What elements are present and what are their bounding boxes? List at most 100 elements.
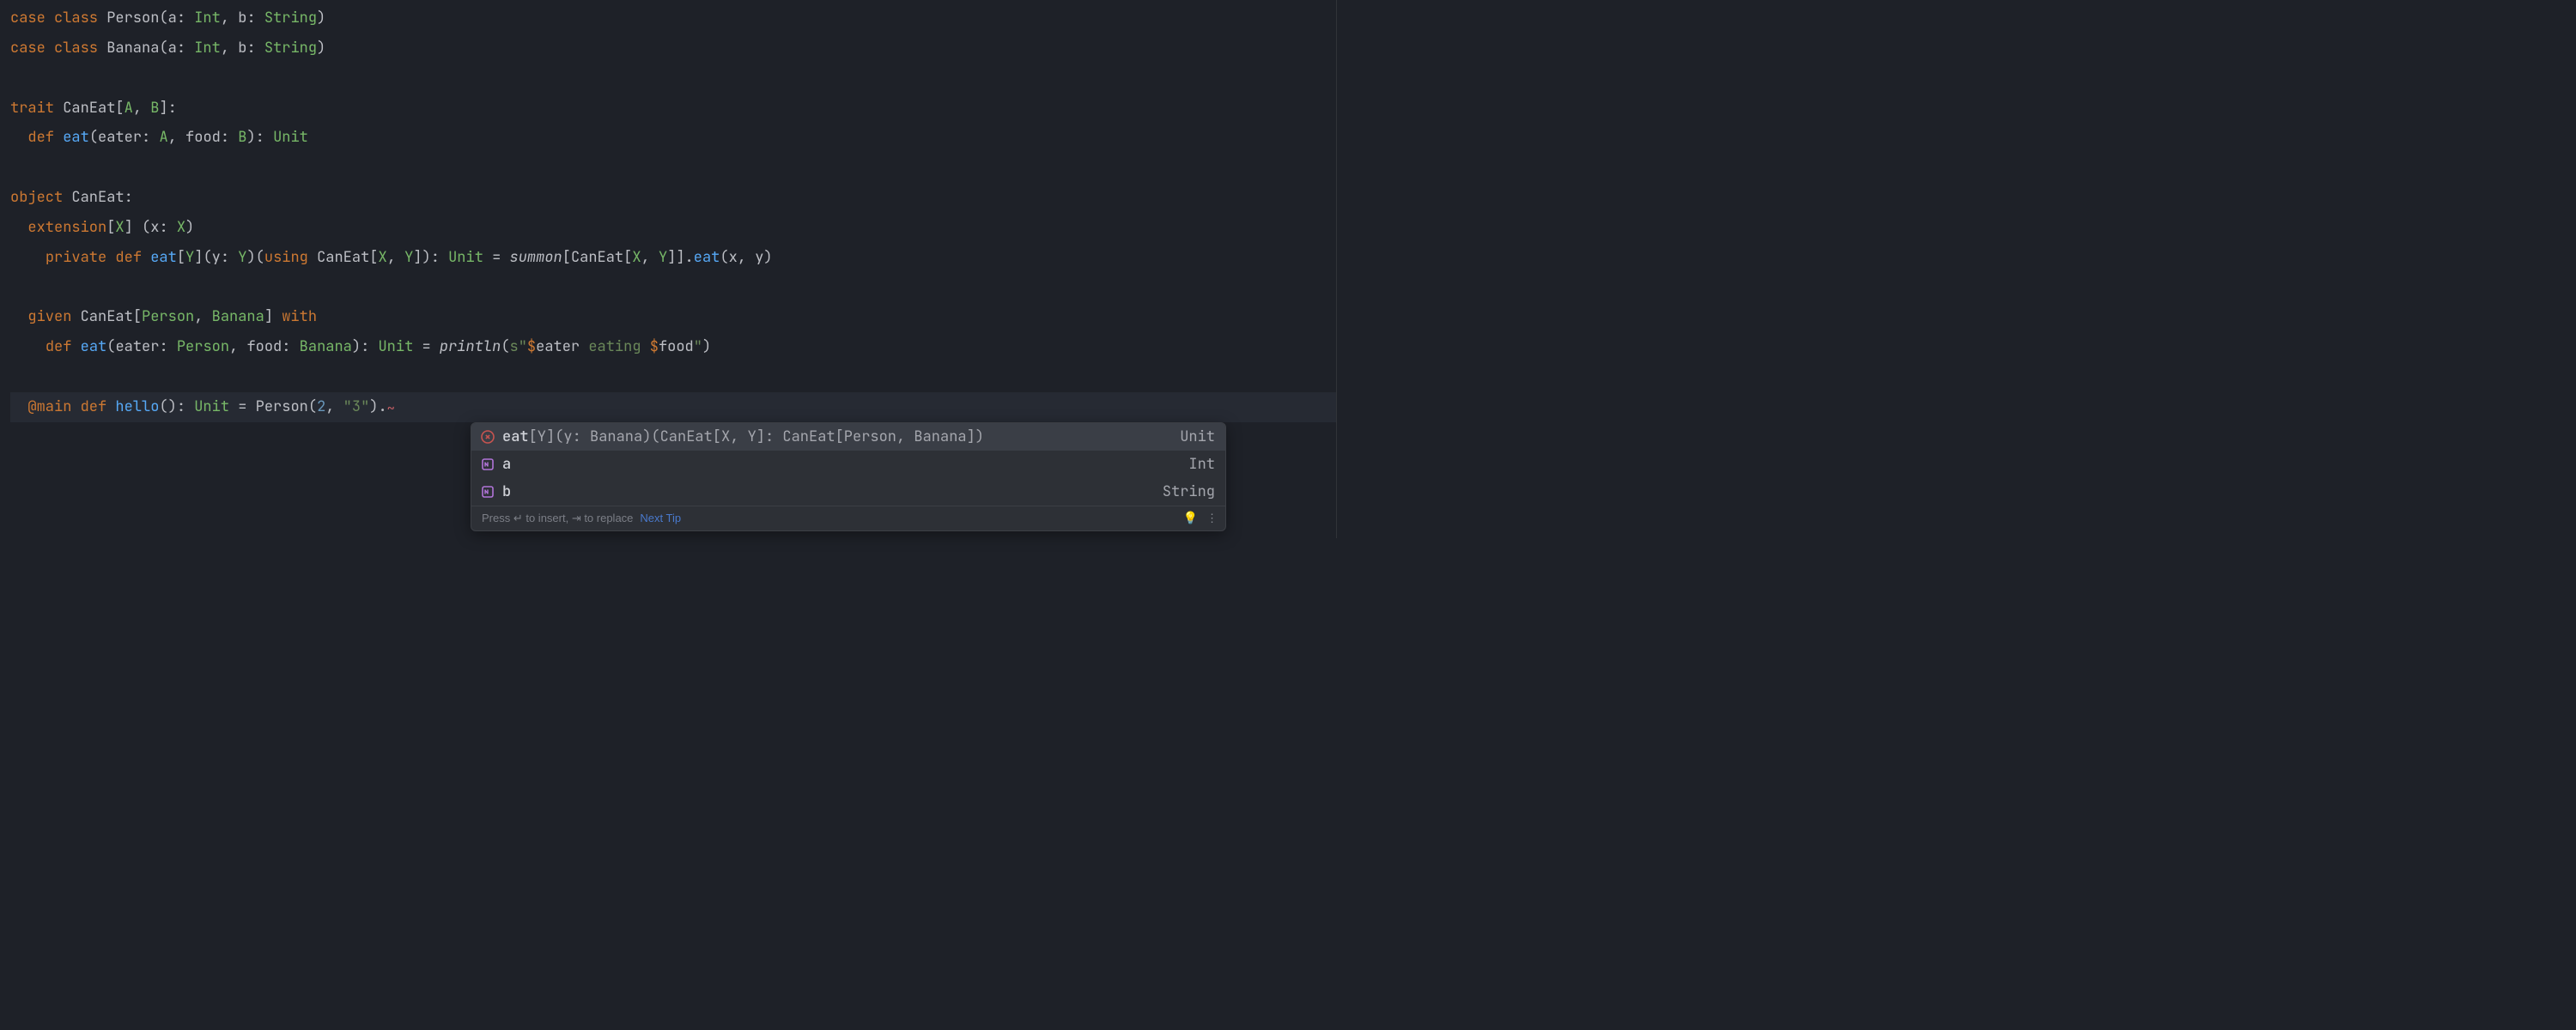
code-line[interactable]: object CanEat: xyxy=(10,183,1336,213)
code-token: , xyxy=(194,307,211,326)
code-token: Person xyxy=(142,307,194,326)
code-token: ]): xyxy=(413,248,448,267)
code-token: println xyxy=(440,337,501,356)
code-token: CanEat xyxy=(63,99,115,118)
code-token: b xyxy=(238,9,246,27)
code-token: given xyxy=(27,307,80,326)
code-token: Banana xyxy=(300,337,352,356)
code-token: eating xyxy=(580,337,650,356)
code-token: B xyxy=(238,128,246,147)
code-token: Person xyxy=(177,337,229,356)
code-token: "3" xyxy=(343,397,370,416)
code-token: food xyxy=(246,337,282,356)
code-token: [ xyxy=(177,248,185,267)
code-token: extension xyxy=(27,218,106,237)
next-tip-link[interactable]: Next Tip xyxy=(640,512,681,524)
code-token: ): xyxy=(246,128,273,147)
code-token: ( xyxy=(308,397,317,416)
code-token: X xyxy=(378,248,386,267)
code-token: ) xyxy=(702,337,711,356)
code-token: x xyxy=(150,218,159,237)
code-token: A xyxy=(159,128,167,147)
code-token: a xyxy=(168,9,177,27)
code-token xyxy=(10,337,46,356)
code-line[interactable]: trait CanEat[A, B]: xyxy=(10,94,1336,124)
code-token: hello xyxy=(115,397,159,416)
code-token: ( xyxy=(501,337,509,356)
code-line[interactable] xyxy=(10,273,1336,303)
code-token: class xyxy=(54,39,106,58)
code-token: [ xyxy=(623,248,632,267)
code-token: Unit xyxy=(273,128,308,147)
code-token: , xyxy=(168,128,185,147)
code-line[interactable] xyxy=(10,64,1336,94)
code-token: case xyxy=(10,9,54,27)
code-token: Banana xyxy=(212,307,264,326)
completion-item-label: a xyxy=(502,457,511,472)
code-token: Unit xyxy=(378,337,413,356)
more-options-icon[interactable]: ⋮ xyxy=(1206,512,1217,524)
code-line[interactable]: case class Person(a: Int, b: String) xyxy=(10,3,1336,33)
code-line[interactable]: case class Banana(a: Int, b: String) xyxy=(10,33,1336,64)
code-line[interactable]: given CanEat[Person, Banana] with xyxy=(10,302,1336,332)
code-token: eat xyxy=(150,248,177,267)
code-token: Int xyxy=(194,39,221,58)
code-token: ( xyxy=(89,128,98,147)
code-line[interactable] xyxy=(10,153,1336,183)
code-token: " xyxy=(694,337,702,356)
code-token: , xyxy=(221,9,238,27)
code-token: , xyxy=(641,248,659,267)
code-token: Person xyxy=(106,9,159,27)
intention-bulb-icon[interactable]: 💡 xyxy=(1183,512,1198,524)
code-token: ) xyxy=(185,218,194,237)
code-token: : xyxy=(159,218,176,237)
code-token: ~ xyxy=(387,400,394,417)
completion-item[interactable]: aInt xyxy=(471,451,1225,478)
code-token: summon xyxy=(510,248,562,267)
code-token: Y xyxy=(659,248,667,267)
code-token: [ xyxy=(106,218,115,237)
code-line[interactable]: def eat(eater: A, food: B): Unit xyxy=(10,123,1336,153)
code-token: : xyxy=(142,128,159,147)
code-token: Unit xyxy=(448,248,483,267)
code-token: , xyxy=(133,99,150,118)
code-token: food xyxy=(185,128,221,147)
code-token: B xyxy=(150,99,159,118)
code-line[interactable]: @main def hello(): Unit = Person(2, "3")… xyxy=(10,392,1336,422)
code-token: = xyxy=(483,248,510,267)
code-token: ): xyxy=(352,337,379,356)
code-token: = xyxy=(229,397,256,416)
code-token: eat xyxy=(63,128,89,147)
code-token: s xyxy=(510,337,519,356)
code-token: case xyxy=(10,39,54,58)
code-token: class xyxy=(54,9,106,27)
code-token: eat xyxy=(81,337,107,356)
code-token: )( xyxy=(246,248,264,267)
code-token: ). xyxy=(369,397,386,416)
code-token: ( xyxy=(720,248,728,267)
code-token: ) xyxy=(317,9,325,27)
code-token: a xyxy=(168,39,177,58)
code-token: ) xyxy=(317,39,325,58)
code-token: A xyxy=(125,99,133,118)
completion-item[interactable]: bString xyxy=(471,478,1225,506)
code-token: ( xyxy=(106,337,115,356)
code-line[interactable] xyxy=(10,362,1336,392)
field-icon xyxy=(480,457,495,472)
code-token: Y xyxy=(185,248,194,267)
code-token: ]]. xyxy=(667,248,694,267)
code-token: ] xyxy=(264,307,282,326)
error-stripe-gutter[interactable] xyxy=(1336,0,1346,538)
code-line[interactable]: extension[X] (x: X) xyxy=(10,213,1336,243)
code-token: Y xyxy=(238,248,246,267)
code-line[interactable]: def eat(eater: Person, food: Banana): Un… xyxy=(10,332,1336,362)
code-token: food xyxy=(659,337,694,356)
code-token: ( xyxy=(159,39,167,58)
code-editor[interactable]: case class Person(a: Int, b: String)case… xyxy=(0,0,1346,426)
code-token: : xyxy=(282,337,299,356)
code-line[interactable]: private def eat[Y](y: Y)(using CanEat[X,… xyxy=(10,243,1336,273)
completion-item[interactable]: eat[Y](y: Banana)(CanEat[X, Y]: CanEat[P… xyxy=(471,423,1225,451)
code-token: " xyxy=(519,337,527,356)
code-token: using xyxy=(264,248,317,267)
code-token xyxy=(10,397,27,416)
